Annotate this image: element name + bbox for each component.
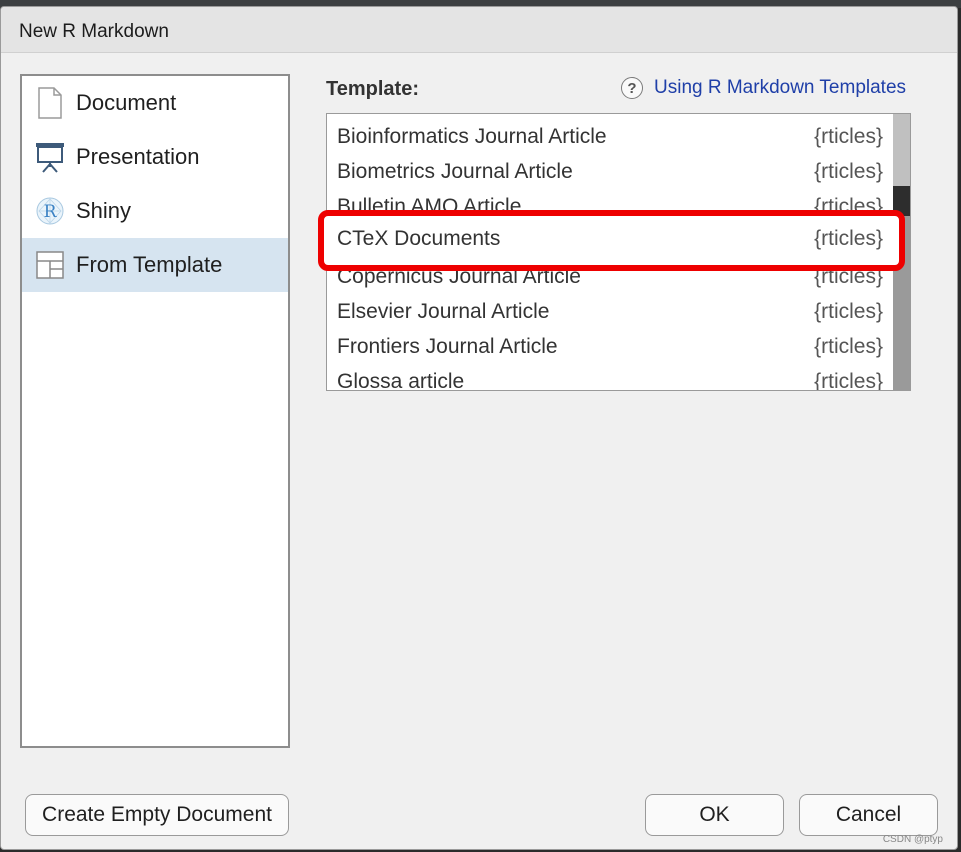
list-item[interactable]: Elsevier Journal Article {rticles} [327, 294, 893, 329]
templates-help-link[interactable]: ? Using R Markdown Templates [621, 77, 906, 99]
scrollbar-shadow [893, 186, 910, 216]
sidebar-item-label: Presentation [76, 144, 200, 169]
template-name: Elsevier Journal Article [337, 300, 550, 323]
template-package: {rticles} [814, 370, 883, 391]
cancel-button[interactable]: Cancel [799, 794, 938, 836]
dialog-title: New R Markdown [19, 21, 169, 42]
document-type-sidebar: Document Presentation R Shiny From Templ… [20, 74, 290, 748]
template-package: {rticles} [814, 335, 883, 358]
list-item[interactable]: Biometrics Journal Article {rticles} [327, 154, 893, 189]
template-name: Biometrics Journal Article [337, 160, 573, 183]
template-name: Frontiers Journal Article [337, 335, 558, 358]
watermark-text: CSDN @ptyp [882, 834, 943, 845]
sidebar-item-document[interactable]: Document [22, 76, 288, 130]
template-package: {rticles} [814, 300, 883, 323]
sidebar-item-label: From Template [76, 252, 223, 277]
help-link-text[interactable]: Using R Markdown Templates [654, 77, 906, 99]
template-package: {rticles} [814, 227, 883, 250]
template-package: {rticles} [814, 125, 883, 148]
list-item[interactable]: Glossa article {rticles} [327, 364, 893, 391]
ok-button[interactable]: OK [645, 794, 784, 836]
template-heading: Template: [326, 78, 419, 100]
template-icon [35, 249, 65, 281]
template-name: Bioinformatics Journal Article [337, 125, 607, 148]
template-package: {rticles} [814, 160, 883, 183]
sidebar-item-shiny[interactable]: R Shiny [22, 184, 288, 238]
highlighted-template-row[interactable]: CTeX Documents {rticles} [324, 216, 899, 265]
list-item[interactable]: Bioinformatics Journal Article {rticles} [327, 119, 893, 154]
help-icon: ? [621, 77, 643, 99]
sidebar-item-from-template[interactable]: From Template [22, 238, 288, 292]
new-r-markdown-dialog: New R Markdown Document Presentation R S… [0, 6, 958, 850]
template-name: CTeX Documents [337, 227, 501, 250]
sidebar-item-label: Shiny [76, 198, 132, 223]
shiny-icon: R [35, 195, 65, 227]
create-empty-document-button[interactable]: Create Empty Document [25, 794, 289, 836]
title-bar: New R Markdown [1, 7, 957, 53]
presentation-icon [35, 141, 65, 173]
sidebar-item-label: Document [76, 90, 177, 115]
template-name: Copernicus Journal Article [337, 265, 581, 288]
document-icon [35, 87, 65, 119]
template-name: Glossa article [337, 370, 465, 391]
template-package: {rticles} [814, 265, 883, 288]
sidebar-item-presentation[interactable]: Presentation [22, 130, 288, 184]
list-item[interactable]: Frontiers Journal Article {rticles} [327, 329, 893, 364]
svg-text:R: R [44, 202, 58, 222]
